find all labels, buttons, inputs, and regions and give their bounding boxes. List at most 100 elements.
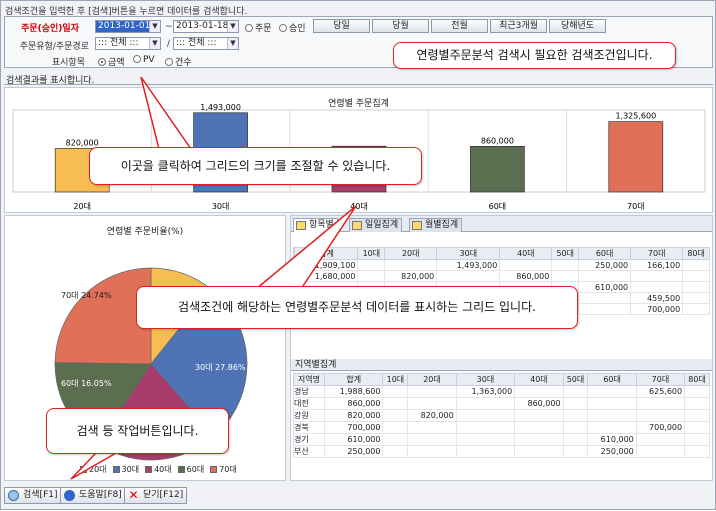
last-3months-button[interactable]: 최근3개월 [490,19,547,33]
grid-cell[interactable] [382,385,409,398]
grid-cell[interactable] [682,303,710,315]
grid-header[interactable]: 80대 [684,373,710,386]
grid-cell[interactable] [562,433,589,446]
grid-cell[interactable] [562,421,589,434]
grid-cell[interactable] [587,409,637,422]
grid-cell[interactable] [684,445,710,458]
table-row[interactable]: 강원 820,000 820,000 [293,409,710,422]
table-row[interactable]: 경기 610,000 610,000 [293,433,710,446]
grid-header[interactable]: 10대 [357,247,386,260]
grid-cell[interactable] [562,385,589,398]
grid-cell[interactable]: 250,000 [578,259,632,271]
chevron-down-icon[interactable]: ▼ [149,38,160,49]
this-year-button[interactable]: 당해년도 [549,19,606,33]
grid-cell[interactable] [514,385,564,398]
table-row[interactable]: 경북 700,000 700,000 [293,421,710,434]
grid-cell[interactable]: 700,000 [630,303,684,315]
grid-cell[interactable] [684,397,710,410]
grid-cell[interactable]: 610,000 [587,433,637,446]
grid-header[interactable]: 30대 [436,247,501,260]
grid-cell[interactable]: 1,493,000 [436,259,501,271]
grid-cell[interactable]: 강원 [293,409,325,422]
grid-cell[interactable] [382,421,409,434]
grid-cell[interactable] [382,433,409,446]
grid-header[interactable]: 60대 [587,373,637,386]
grid-cell[interactable] [635,397,686,410]
grid-cell[interactable]: 820,000 [384,270,438,282]
grid-cell[interactable] [635,445,686,458]
grid-cell[interactable]: 860,000 [514,397,564,410]
table-row[interactable]: 1,680,000 820,000 860,000 [292,270,710,282]
chevron-down-icon[interactable]: ▼ [227,38,238,49]
grid-cell[interactable] [684,409,710,422]
grid-cell[interactable]: 459,500 [630,292,684,304]
tab-item[interactable]: 항목별 [293,218,338,232]
grid-cell[interactable]: 부산 [293,445,325,458]
grid-cell[interactable] [455,409,516,422]
grid-cell[interactable]: 860,000 [323,397,384,410]
region-grid[interactable]: 지역명 합계 10대 20대 30대 40대 50대 60대 70대 80대 경남 1,988,600… [293,373,710,458]
radio-count[interactable]: 건수 [165,55,192,68]
grid-cell[interactable] [357,259,386,271]
grid-cell[interactable] [407,445,457,458]
tab-daily[interactable]: 일일집계 [349,218,403,232]
table-row[interactable]: 부산 250,000 250,000 [293,445,710,458]
grid-cell[interactable]: 820,000 [407,409,457,422]
grid-cell[interactable]: 625,600 [635,385,686,398]
grid-cell[interactable] [562,445,589,458]
grid-header[interactable]: 40대 [499,247,553,260]
close-button[interactable]: ✕ 닫기[F12] [124,487,188,504]
grid-cell[interactable]: 대전 [293,397,325,410]
grid-header[interactable]: 20대 [384,247,438,260]
grid-cell[interactable]: 경기 [293,433,325,446]
grid-cell[interactable] [455,397,516,410]
grid-cell[interactable]: 250,000 [587,445,637,458]
table-row[interactable]: 대전 860,000 860,000 [293,397,710,410]
grid-cell[interactable]: 경북 [293,421,325,434]
grid-cell[interactable]: 1,988,600 [323,385,384,398]
order-route-select[interactable]: ::: 전체 ::: ▼ [173,37,239,50]
grid-cell[interactable]: 166,100 [630,259,684,271]
grid-cell[interactable] [551,270,580,282]
grid-cell[interactable] [436,270,501,282]
grid-cell[interactable] [562,409,589,422]
help-button[interactable]: 도움말[F8] [60,487,126,504]
radio-amount[interactable]: 금액 [98,55,125,68]
grid-cell[interactable] [514,409,564,422]
radio-approve[interactable]: 승인 [279,21,306,34]
grid-cell[interactable] [684,421,710,434]
grid-header[interactable]: 20대 [407,373,457,386]
grid-cell[interactable]: 1,909,100 [294,259,359,271]
grid-cell[interactable] [635,433,686,446]
grid-cell[interactable] [682,281,710,293]
grid-cell[interactable] [578,303,632,315]
grid-cell[interactable]: 610,000 [323,433,384,446]
grid-cell[interactable]: 경남 [293,385,325,398]
grid-cell[interactable] [455,445,516,458]
grid-cell[interactable] [407,385,457,398]
search-button[interactable]: 검색[F1] [4,487,62,504]
grid-cell[interactable] [682,259,710,271]
grid-cell[interactable] [684,433,710,446]
grid-cell[interactable] [578,270,632,282]
tab-monthly[interactable]: 월별집계 [409,218,463,232]
calendar-dropdown-icon[interactable]: ▼ [149,21,160,32]
grid-cell[interactable]: 1,363,000 [455,385,516,398]
grid-cell[interactable] [514,421,564,434]
this-month-button[interactable]: 당월 [372,19,429,33]
grid-header[interactable]: 50대 [551,247,580,260]
grid-cell[interactable] [682,270,710,282]
grid-cell[interactable] [562,397,589,410]
grid-cell[interactable] [514,433,564,446]
grid-header[interactable]: 10대 [382,373,409,386]
grid-cell[interactable] [357,270,386,282]
grid-cell[interactable] [382,445,409,458]
grid-cell[interactable] [578,292,632,304]
date-to-input[interactable]: 2013-01-18 ▼ [173,20,239,33]
grid-header[interactable]: 합계 [323,373,384,386]
grid-header[interactable]: 70대 [630,247,684,260]
grid-cell[interactable] [635,409,686,422]
grid-cell[interactable] [682,292,710,304]
table-row[interactable]: 1,909,100 1,493,000 250,000 166,100 [292,259,710,271]
grid-header[interactable]: 합계 [294,247,359,260]
